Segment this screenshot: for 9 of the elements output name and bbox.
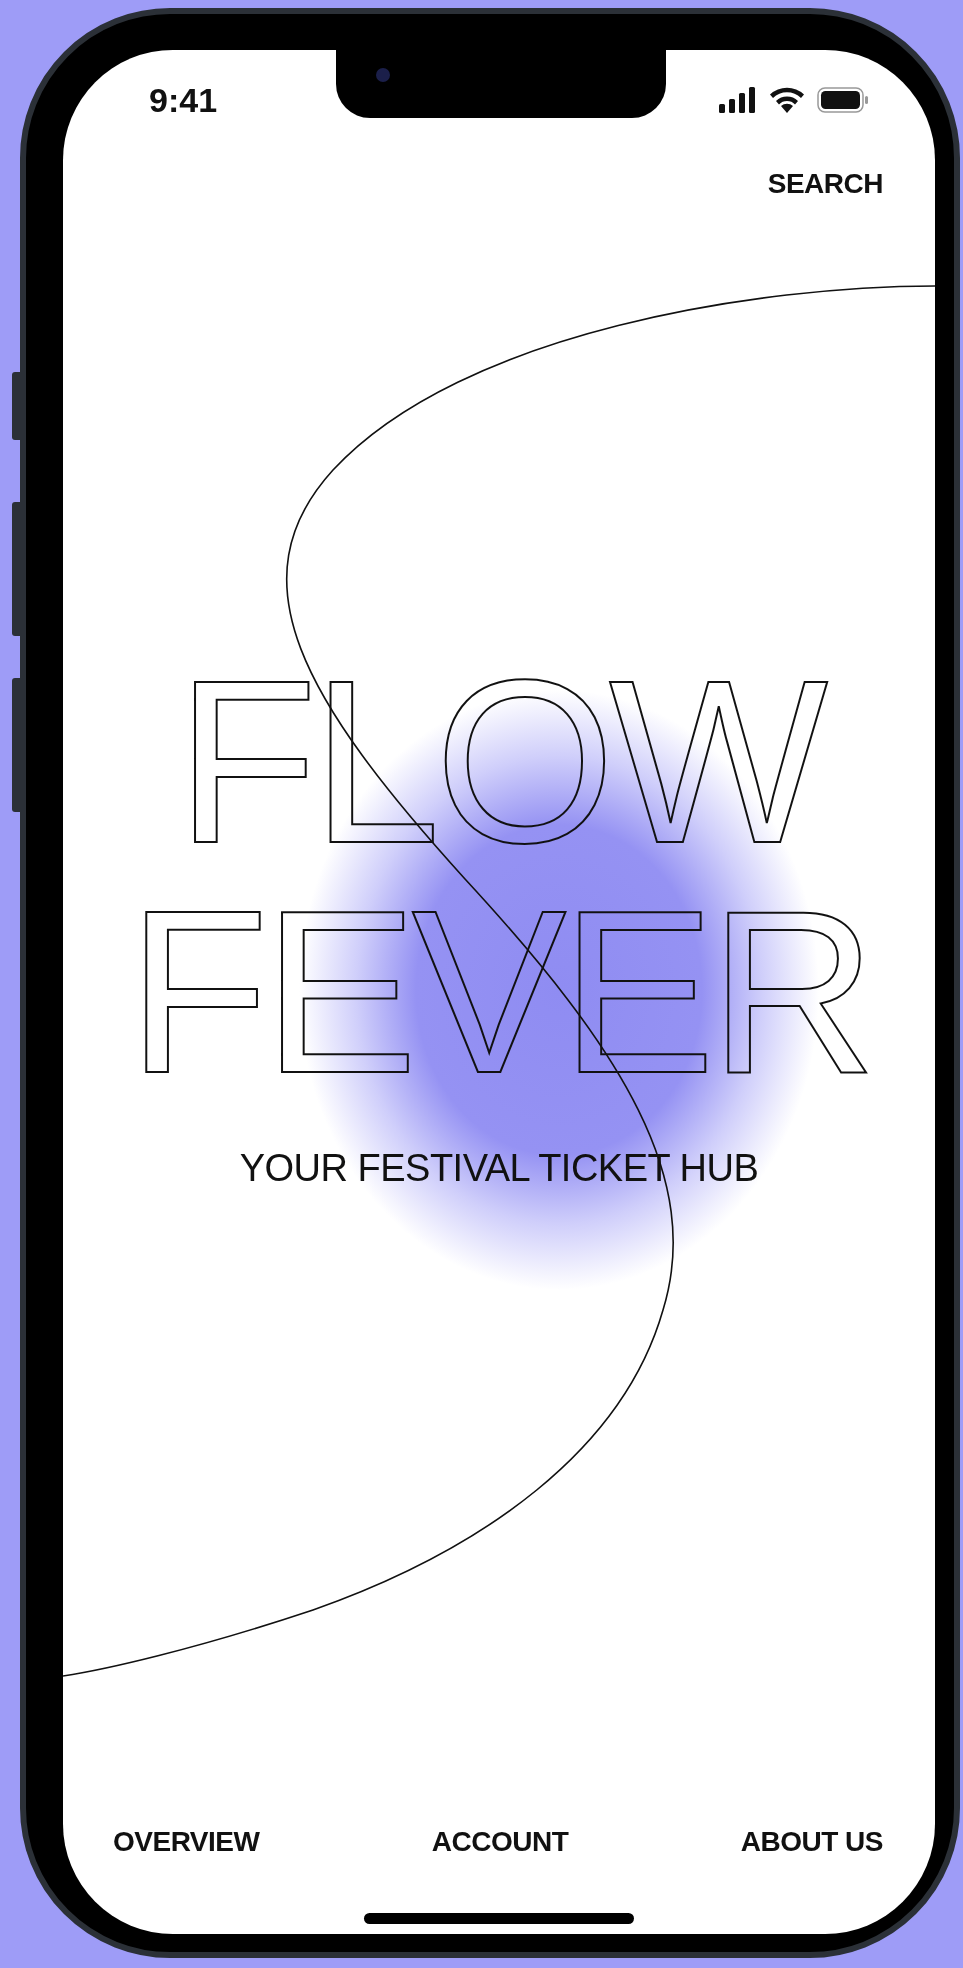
status-time: 9:41 xyxy=(149,80,218,120)
search-link[interactable]: SEARCH xyxy=(767,168,883,200)
wifi-icon xyxy=(769,87,805,113)
nav-link[interactable]: OVERVIEW xyxy=(113,1826,260,1858)
nav-link[interactable]: ACCOUNT xyxy=(431,1826,569,1858)
battery-icon xyxy=(817,87,869,113)
nav-link[interactable]: ABOUT US xyxy=(740,1826,883,1858)
signal-icon xyxy=(719,87,757,113)
camera-icon xyxy=(376,68,390,82)
